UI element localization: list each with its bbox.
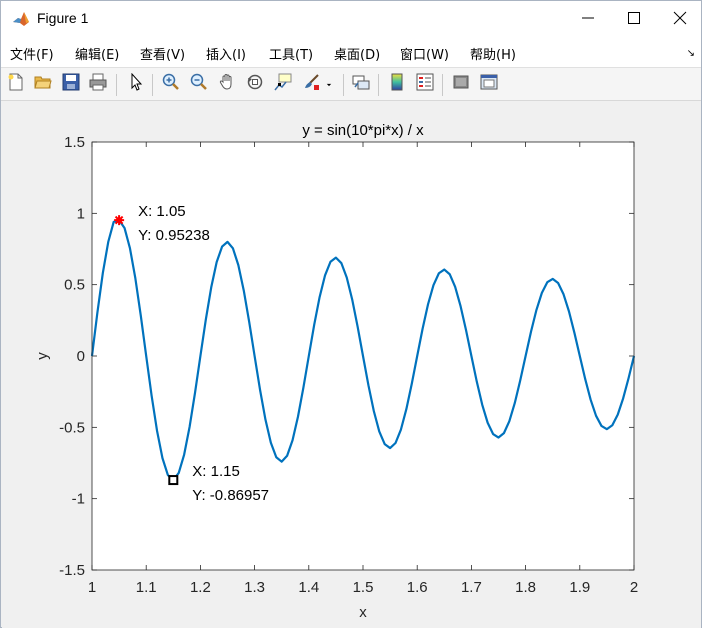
link-plot-icon xyxy=(352,73,370,95)
y-tick-label: 1.5 xyxy=(64,134,85,151)
menu-file[interactable]: 文件(F) xyxy=(10,44,54,63)
datatip-x-label: X: 1.05 xyxy=(138,203,186,220)
toolbar xyxy=(1,67,701,101)
legend-icon xyxy=(416,73,434,95)
new-figure-icon xyxy=(7,73,25,95)
plot-title: y = sin(10*pi*x) / x xyxy=(302,122,424,139)
hide-plot-tools-icon xyxy=(452,73,470,95)
matlab-logo-icon xyxy=(12,10,30,28)
save-icon xyxy=(62,73,80,95)
toolbar-separator xyxy=(152,74,153,96)
menu-edit[interactable]: 编辑(E) xyxy=(75,44,119,63)
menu-window[interactable]: 窗口(W) xyxy=(400,44,449,63)
toolbar-separator xyxy=(378,74,379,96)
open-file-icon xyxy=(34,73,52,95)
rotate-3d-button[interactable] xyxy=(244,73,266,95)
datatip-y-label: Y: 0.95238 xyxy=(138,227,210,244)
y-axis-label: y xyxy=(34,352,51,360)
menu-view[interactable]: 查看(V) xyxy=(140,44,185,63)
print-button[interactable] xyxy=(87,73,109,95)
maximize-button[interactable] xyxy=(611,1,657,38)
x-tick-label: 1 xyxy=(88,579,96,596)
x-axis-label: x xyxy=(359,604,367,621)
zoom-out-icon xyxy=(190,73,208,95)
toolbar-separator xyxy=(343,74,344,96)
datatip-marker-star[interactable] xyxy=(114,215,125,226)
menu-overflow-icon[interactable]: ↘ xyxy=(687,48,695,59)
close-button[interactable] xyxy=(657,1,702,38)
print-icon xyxy=(89,73,107,95)
zoom-in-button[interactable] xyxy=(160,73,182,95)
x-tick-label: 1.6 xyxy=(407,579,428,596)
menu-insert[interactable]: 插入(I) xyxy=(206,44,246,63)
brush-icon xyxy=(302,73,320,95)
x-tick-label: 1.8 xyxy=(515,579,536,596)
save-button[interactable] xyxy=(60,73,82,95)
minimize-icon xyxy=(581,10,595,29)
datatip-marker-square[interactable] xyxy=(168,475,179,486)
x-tick-label: 1.4 xyxy=(298,579,319,596)
minimize-button[interactable] xyxy=(565,1,611,38)
menu-tools[interactable]: 工具(T) xyxy=(269,44,313,63)
pan-hand-icon xyxy=(218,73,236,95)
figure-window: Figure 1 文件(F) 编辑(E) 查看(V) 插入(I) 工具(T) 桌… xyxy=(0,0,702,628)
close-icon xyxy=(673,10,687,29)
open-file-button[interactable] xyxy=(32,73,54,95)
show-plot-tools-icon xyxy=(480,73,498,95)
brush-button[interactable] xyxy=(300,73,322,95)
datatip-x-label: X: 1.15 xyxy=(192,463,240,480)
y-tick-label: -0.5 xyxy=(59,419,85,436)
x-tick-label: 1.9 xyxy=(569,579,590,596)
x-tick-label: 2 xyxy=(630,579,638,596)
x-tick-label: 1.5 xyxy=(353,579,374,596)
datatip-y-label: Y: -0.86957 xyxy=(192,487,269,504)
maximize-icon xyxy=(627,10,641,29)
y-tick-label: -1 xyxy=(72,491,85,508)
brush-dropdown-button[interactable] xyxy=(322,73,336,95)
y-tick-label: 1 xyxy=(77,205,85,222)
link-plot-button[interactable] xyxy=(350,73,372,95)
x-tick-label: 1.3 xyxy=(244,579,265,596)
insert-colorbar-button[interactable] xyxy=(386,73,408,95)
chevron-down-icon xyxy=(324,75,334,94)
y-tick-label: 0.5 xyxy=(64,277,85,294)
star-center xyxy=(116,217,123,224)
y-tick-label: -1.5 xyxy=(59,562,85,579)
colorbar-icon xyxy=(388,73,406,95)
x-tick-label: 1.2 xyxy=(190,579,211,596)
y-tick-label: 0 xyxy=(77,348,85,365)
pan-button[interactable] xyxy=(216,73,238,95)
toolbar-separator xyxy=(442,74,443,96)
show-plot-tools-button[interactable] xyxy=(478,73,500,95)
new-figure-button[interactable] xyxy=(5,73,27,95)
menu-help[interactable]: 帮助(H) xyxy=(470,44,516,63)
zoom-in-icon xyxy=(162,73,180,95)
select-arrow-button[interactable] xyxy=(125,72,147,95)
window-title: Figure 1 xyxy=(37,10,89,26)
title-bar[interactable]: Figure 1 xyxy=(1,1,701,38)
zoom-out-button[interactable] xyxy=(188,73,210,95)
figure-canvas[interactable]: 1 1.1 1.2 1.3 1.4 1.5 1.6 1.7 1.8 1.9 2 -1.5 -1 -0.5 0… xyxy=(2,102,701,628)
insert-legend-button[interactable] xyxy=(414,73,436,95)
select-arrow-icon xyxy=(127,72,145,95)
plot-svg[interactable]: 1 1.1 1.2 1.3 1.4 1.5 1.6 1.7 1.8 1.9 2 -1.5 -1 -0.5 0… xyxy=(2,102,701,628)
rotate-3d-icon xyxy=(246,73,264,95)
menu-bar: 文件(F) 编辑(E) 查看(V) 插入(I) 工具(T) 桌面(D) 窗口(W… xyxy=(1,38,701,67)
toolbar-separator xyxy=(116,74,117,96)
hide-plot-tools-button[interactable] xyxy=(450,73,472,95)
menu-desktop[interactable]: 桌面(D) xyxy=(334,44,380,63)
data-cursor-icon xyxy=(274,73,292,95)
data-cursor-button[interactable] xyxy=(272,73,294,95)
x-tick-label: 1.1 xyxy=(136,579,157,596)
x-tick-label: 1.7 xyxy=(461,579,482,596)
